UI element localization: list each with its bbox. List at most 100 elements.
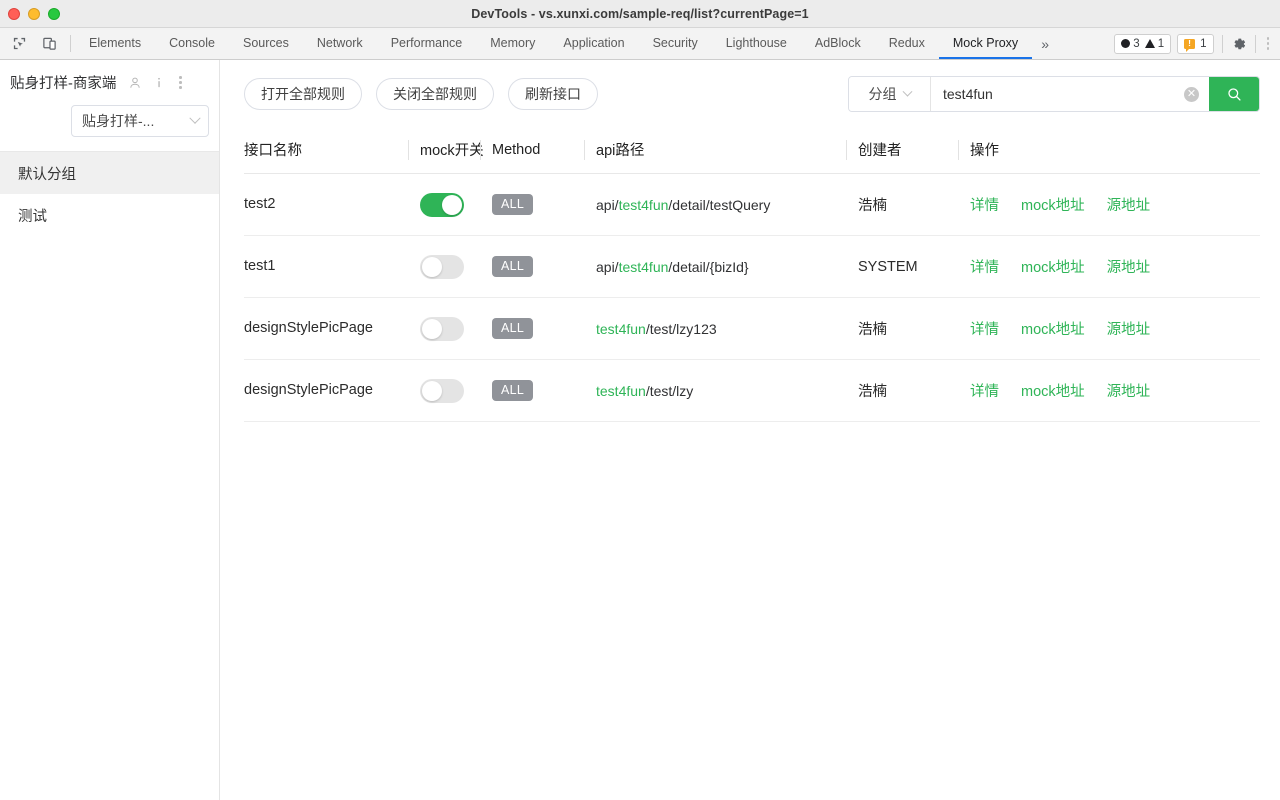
warning-icon — [1144, 39, 1155, 48]
source-url-link[interactable]: 源地址 — [1107, 380, 1151, 401]
mock-url-link[interactable]: mock地址 — [1021, 318, 1085, 339]
sidebar-group-list: 默认分组 测试 — [0, 152, 219, 236]
gear-icon[interactable] — [1231, 36, 1247, 52]
path-segment: api/ — [596, 196, 619, 213]
error-counter: 3 — [1121, 37, 1140, 50]
search-icon — [1227, 87, 1241, 101]
cell-api-path: api/test4fun/detail/testQuery — [596, 197, 858, 213]
mock-url-link[interactable]: mock地址 — [1021, 194, 1085, 215]
cell-operations: 详情 mock地址 源地址 — [970, 318, 1260, 339]
main-panel: 打开全部规则 关闭全部规则 刷新接口 分组 ✕ 接口名称 — [220, 60, 1280, 800]
sidebar-kebab-menu-icon[interactable] — [176, 74, 185, 91]
error-icon — [1121, 39, 1131, 48]
sidebar-item-label: 测试 — [18, 208, 47, 225]
cell-creator: 浩楠 — [858, 198, 887, 214]
mock-toggle[interactable] — [420, 192, 464, 217]
cell-mock-switch — [420, 192, 492, 217]
detail-link[interactable]: 详情 — [970, 318, 999, 339]
path-segment: /test/lzy123 — [645, 320, 717, 337]
devtools-kebab-menu-icon[interactable] — [1264, 35, 1273, 52]
column-header-path: api路径 — [584, 139, 858, 161]
sidebar-item-default-group[interactable]: 默认分组 — [0, 152, 219, 194]
issue-icon — [1184, 38, 1196, 52]
tab-lighthouse[interactable]: Lighthouse — [712, 28, 801, 59]
search-input-area: ✕ — [931, 77, 1209, 111]
maximize-window-button[interactable] — [48, 7, 60, 20]
mock-toggle[interactable] — [420, 254, 464, 279]
tab-elements[interactable]: Elements — [75, 28, 155, 59]
tab-application[interactable]: Application — [549, 28, 638, 59]
column-header-switch: mock开关 — [408, 139, 492, 161]
status-divider — [1221, 34, 1223, 53]
tab-security[interactable]: Security — [639, 28, 712, 59]
device-toolbar-icon[interactable] — [38, 33, 60, 55]
inspect-element-icon[interactable] — [8, 33, 30, 55]
cell-interface-name: designStylePicPage — [244, 319, 373, 336]
sidebar-item-test[interactable]: 测试 — [0, 194, 219, 236]
path-segment: /test/lzy — [645, 382, 694, 399]
more-tabs-icon[interactable]: » — [1032, 28, 1058, 59]
chevron-down-icon — [902, 86, 912, 97]
method-badge: ALL — [492, 318, 534, 339]
close-all-rules-button[interactable]: 关闭全部规则 — [376, 78, 494, 110]
info-icon[interactable] — [153, 76, 165, 90]
error-count: 3 — [1133, 37, 1140, 50]
cell-creator: 浩楠 — [858, 322, 887, 338]
table-body: test2 ALL api/test4fun/detail/testQuery 浩楠详… — [244, 174, 1260, 422]
mock-url-link[interactable]: mock地址 — [1021, 380, 1085, 401]
search-scope-value: 分组 — [868, 86, 897, 102]
toggle-knob — [442, 194, 462, 215]
issues-counter[interactable]: 1 — [1177, 33, 1214, 54]
warning-counter: 1 — [1144, 38, 1164, 50]
sidebar-item-label: 默认分组 — [18, 166, 76, 183]
cell-creator: SYSTEM — [858, 258, 918, 275]
path-highlight: test4fun — [618, 196, 669, 213]
method-badge: ALL — [492, 256, 534, 277]
sidebar-project-title: 贴身打样-商家端 — [10, 76, 117, 92]
detail-link[interactable]: 详情 — [970, 256, 999, 277]
mock-toggle[interactable] — [420, 316, 464, 341]
table-row: designStylePicPage ALL test4fun/test/lzy12… — [244, 298, 1260, 360]
sidebar-project-select-wrap: 贴身打样-... — [0, 99, 219, 151]
column-header-name: 接口名称 — [244, 143, 302, 159]
detail-link[interactable]: 详情 — [970, 380, 999, 401]
tab-performance[interactable]: Performance — [377, 28, 477, 59]
minimize-window-button[interactable] — [28, 7, 40, 20]
cell-api-path: api/test4fun/detail/{bizId} — [596, 259, 858, 275]
tab-memory[interactable]: Memory — [476, 28, 549, 59]
source-url-link[interactable]: 源地址 — [1107, 318, 1151, 339]
cell-method: ALL — [492, 318, 596, 339]
toggle-knob — [422, 318, 442, 339]
mock-toolbar: 打开全部规则 关闭全部规则 刷新接口 分组 ✕ — [220, 60, 1280, 126]
cell-operations: 详情 mock地址 源地址 — [970, 380, 1260, 401]
refresh-interfaces-button[interactable]: 刷新接口 — [508, 78, 598, 110]
project-select[interactable]: 贴身打样-... — [71, 105, 209, 137]
mock-url-link[interactable]: mock地址 — [1021, 256, 1085, 277]
cell-operations: 详情 mock地址 源地址 — [970, 194, 1260, 215]
search-scope-select[interactable]: 分组 — [849, 77, 931, 111]
search-input[interactable] — [943, 86, 1184, 102]
search-button[interactable] — [1209, 77, 1259, 111]
source-url-link[interactable]: 源地址 — [1107, 194, 1151, 215]
tab-mock-proxy[interactable]: Mock Proxy — [938, 28, 1033, 59]
tab-console[interactable]: Console — [155, 28, 229, 59]
cell-mock-switch — [420, 254, 492, 279]
person-icon[interactable] — [128, 76, 142, 90]
chevron-down-icon — [189, 112, 201, 124]
mock-toggle[interactable] — [420, 378, 464, 403]
console-counters[interactable]: 3 1 — [1114, 33, 1172, 54]
cell-api-path: test4fun/test/lzy — [596, 383, 858, 399]
tab-network[interactable]: Network — [303, 28, 377, 59]
sidebar: 贴身打样-商家端 贴身打样-... 默认分组 测试 — [0, 60, 220, 800]
open-all-rules-button[interactable]: 打开全部规则 — [244, 78, 362, 110]
source-url-link[interactable]: 源地址 — [1107, 256, 1151, 277]
clear-circle-icon[interactable]: ✕ — [1184, 86, 1199, 102]
tab-redux[interactable]: Redux — [875, 28, 939, 59]
devtools-tabs: Elements Console Sources Network Perform… — [75, 28, 1033, 59]
devtools-tab-bar: Elements Console Sources Network Perform… — [0, 28, 1280, 60]
tab-sources[interactable]: Sources — [229, 28, 303, 59]
tab-adblock[interactable]: AdBlock — [801, 28, 875, 59]
detail-link[interactable]: 详情 — [970, 194, 999, 215]
close-window-button[interactable] — [8, 7, 20, 20]
table-row: designStylePicPage ALL test4fun/test/lzy 浩楠… — [244, 360, 1260, 422]
